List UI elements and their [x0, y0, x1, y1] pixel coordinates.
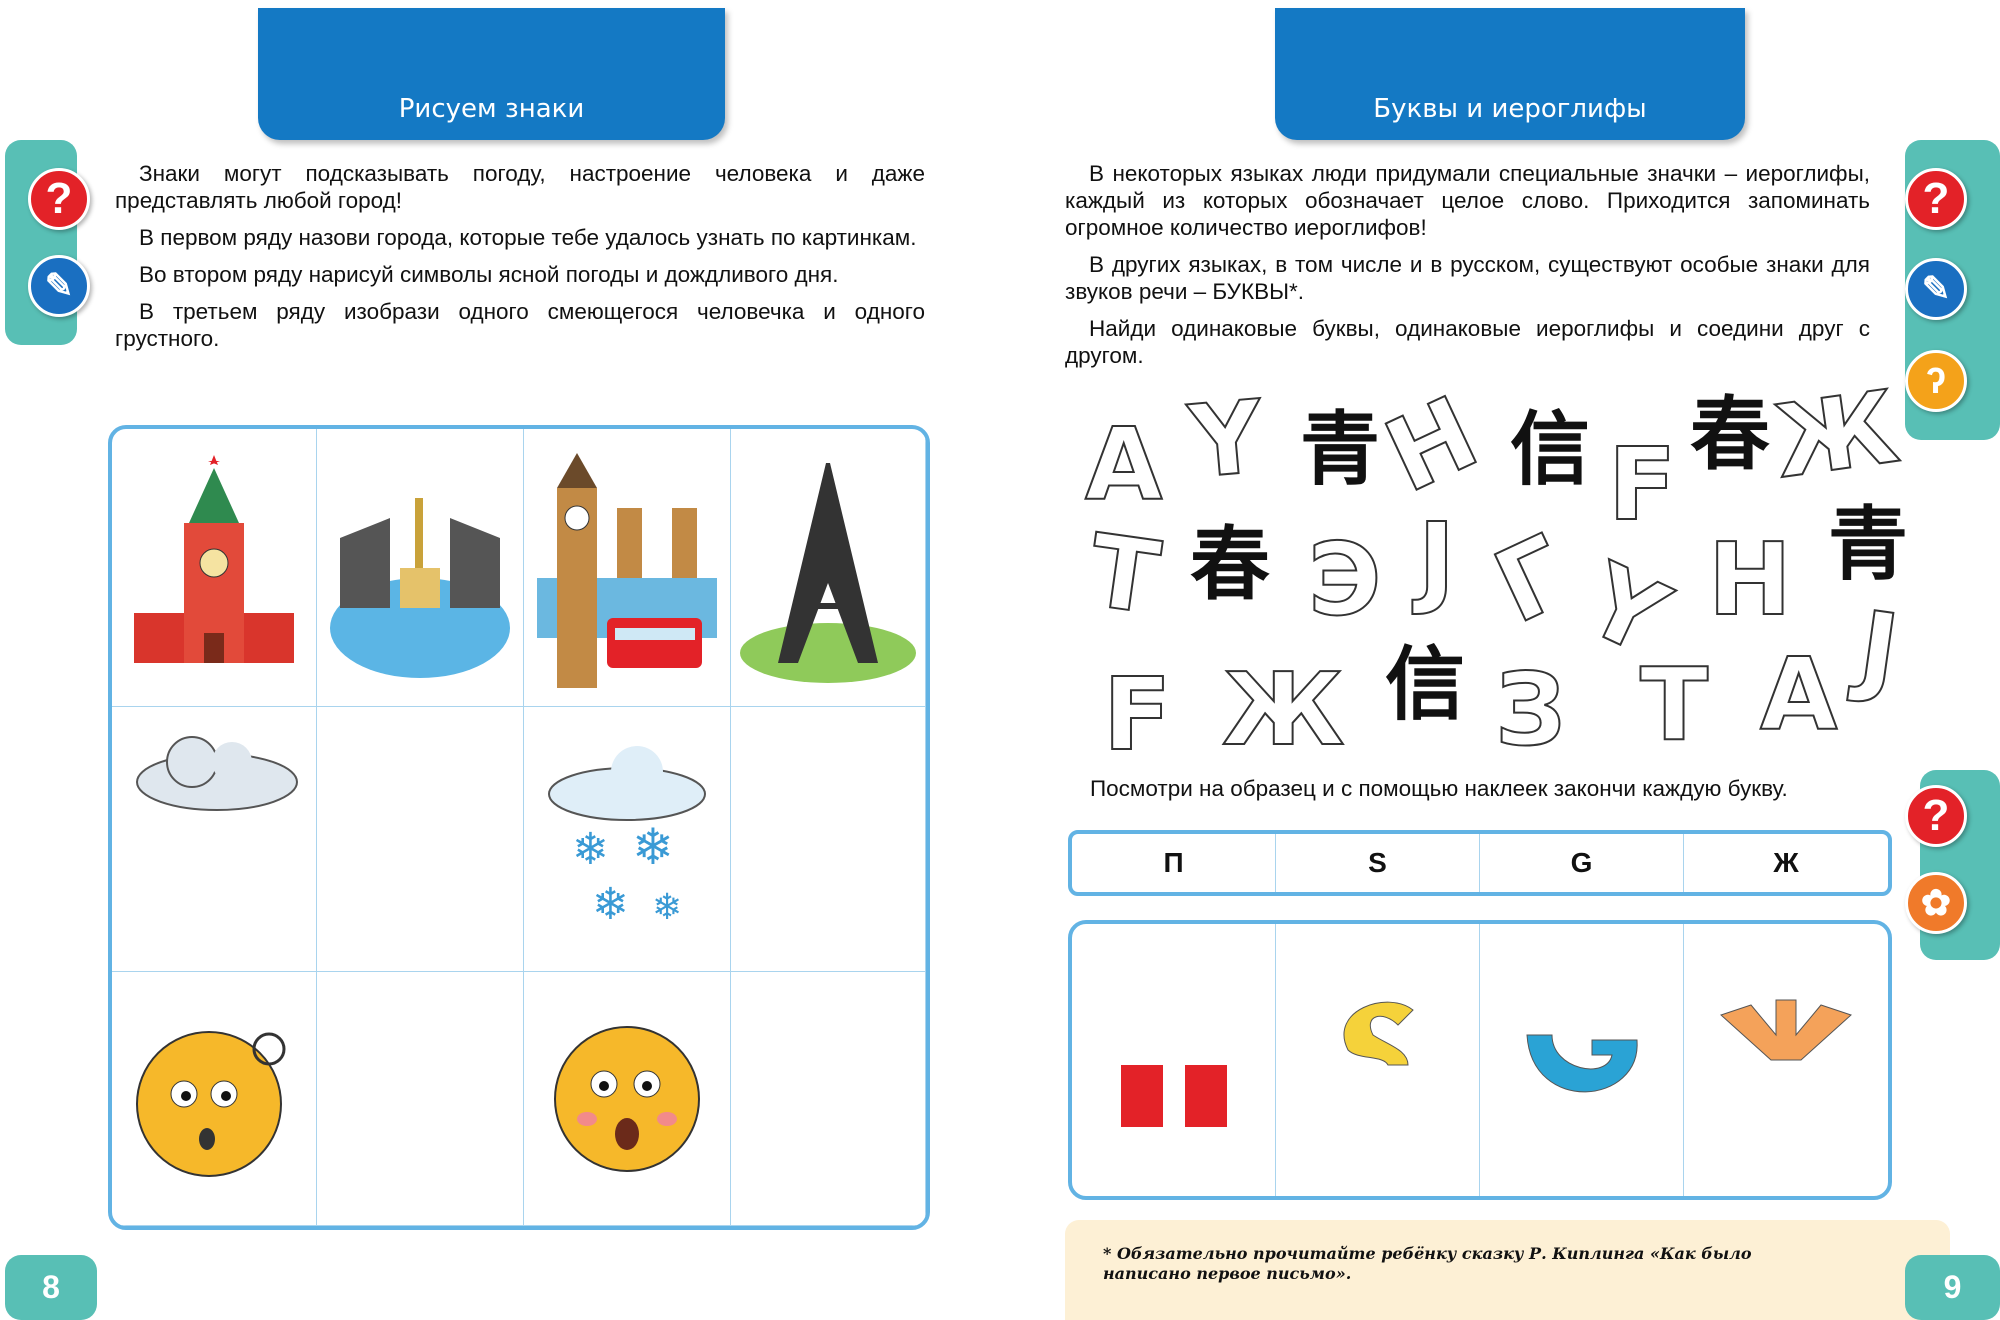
left-page-title: Рисуем знаки: [258, 8, 725, 140]
sticker-cell-g: [1480, 924, 1684, 1196]
hook-icon: ʔ: [1905, 350, 1967, 412]
drawing-grid: ❄ ❄ ❄ ❄: [108, 425, 930, 1230]
hieroglyph: 青: [1300, 405, 1380, 494]
page-number-left: 8: [5, 1255, 97, 1320]
footnote-box: * Обязательно прочитайте ребёнку сказку …: [1065, 1220, 1950, 1320]
empty-cell: [317, 707, 524, 972]
letter: З: [1494, 651, 1567, 768]
hieroglyph: 信: [1510, 405, 1590, 494]
letter: F: [1102, 656, 1172, 773]
footnote-text: * Обязательно прочитайте ребёнку сказку …: [1103, 1244, 1752, 1283]
sample-letters-row: П S G Ж: [1068, 830, 1892, 896]
sticker-cell-s: [1276, 924, 1480, 1196]
letter: A: [1759, 636, 1838, 753]
sample-letter: S: [1276, 834, 1480, 892]
big-ben-image: [524, 429, 731, 707]
letter: T: [1639, 646, 1709, 763]
snow-cloud-image: ❄ ❄ ❄ ❄: [524, 707, 731, 972]
letter: Э: [1307, 521, 1382, 638]
question-icon: ?: [28, 168, 90, 230]
paragraph: Во втором ряду нарисуй символы ясной пог…: [139, 262, 839, 287]
pencil-icon: ✎: [1905, 258, 1967, 320]
svg-text:❄: ❄: [652, 886, 682, 927]
sample-letter: G: [1480, 834, 1684, 892]
letter: Ж: [1221, 651, 1345, 768]
paragraph: В некоторых языках люди придумали специа…: [1065, 161, 1870, 240]
sticker-row: [1068, 920, 1892, 1200]
eiffel-tower-image: [731, 429, 926, 707]
letter: Y: [1184, 377, 1268, 502]
hieroglyph: 信: [1385, 640, 1465, 729]
empty-cell: [317, 972, 524, 1226]
letter: H: [1368, 373, 1495, 516]
empty-cell: [731, 707, 926, 972]
sticker-cell-zh: [1684, 924, 1888, 1196]
letter: J: [1851, 588, 1906, 711]
page-number-right: 9: [1905, 1255, 2000, 1320]
letter: A: [1084, 406, 1163, 523]
drawbridge-image: [317, 429, 524, 707]
question-icon: ?: [1905, 168, 1967, 230]
right-instructions: В некоторых языках люди придумали специа…: [1065, 160, 1870, 379]
sample-letter: Ж: [1773, 847, 1799, 878]
hieroglyph: 春: [1190, 520, 1270, 609]
svg-text:❄: ❄: [632, 819, 674, 875]
paragraph: Знаки могут подсказывать погоду, настрое…: [115, 161, 925, 213]
kremlin-tower-image: [112, 429, 317, 707]
paragraph: В других языках, в том числе и в русском…: [1065, 252, 1870, 304]
letter: Y: [1568, 540, 1685, 679]
surprised-face-image: [112, 972, 317, 1226]
sample-letter: П: [1072, 834, 1276, 892]
letter: Ж: [1766, 367, 1906, 502]
letter: Г: [1477, 512, 1586, 647]
shocked-face-image: [524, 972, 731, 1226]
right-page-title: Буквы и иероглифы: [1275, 8, 1745, 140]
paragraph: В первом ряду назови города, которые теб…: [139, 225, 917, 250]
question-icon: ?: [1905, 785, 1967, 847]
sticker-instruction: Посмотри на образец и с помощью наклеек …: [1090, 776, 1788, 801]
letter: J: [1417, 501, 1456, 618]
cloud-image: [112, 707, 317, 972]
flower-icon: ✿: [1905, 872, 1967, 934]
pencil-icon: ✎: [28, 255, 90, 317]
empty-cell: [731, 972, 926, 1226]
svg-text:❄: ❄: [572, 825, 609, 874]
sticker-cell-p: [1072, 924, 1276, 1196]
paragraph: В третьем ряду изобрази одного смеющегос…: [115, 299, 925, 351]
svg-text:❄: ❄: [592, 880, 629, 929]
letter: H: [1707, 521, 1793, 638]
hieroglyph: 春: [1690, 390, 1770, 479]
paragraph: Найди одинаковые буквы, одинаковые иерог…: [1065, 316, 1870, 368]
letter: F: [1607, 426, 1677, 543]
hieroglyph: 青: [1828, 500, 1908, 589]
letter: T: [1081, 511, 1167, 638]
left-instructions: Знаки могут подсказывать погоду, настрое…: [115, 160, 925, 362]
